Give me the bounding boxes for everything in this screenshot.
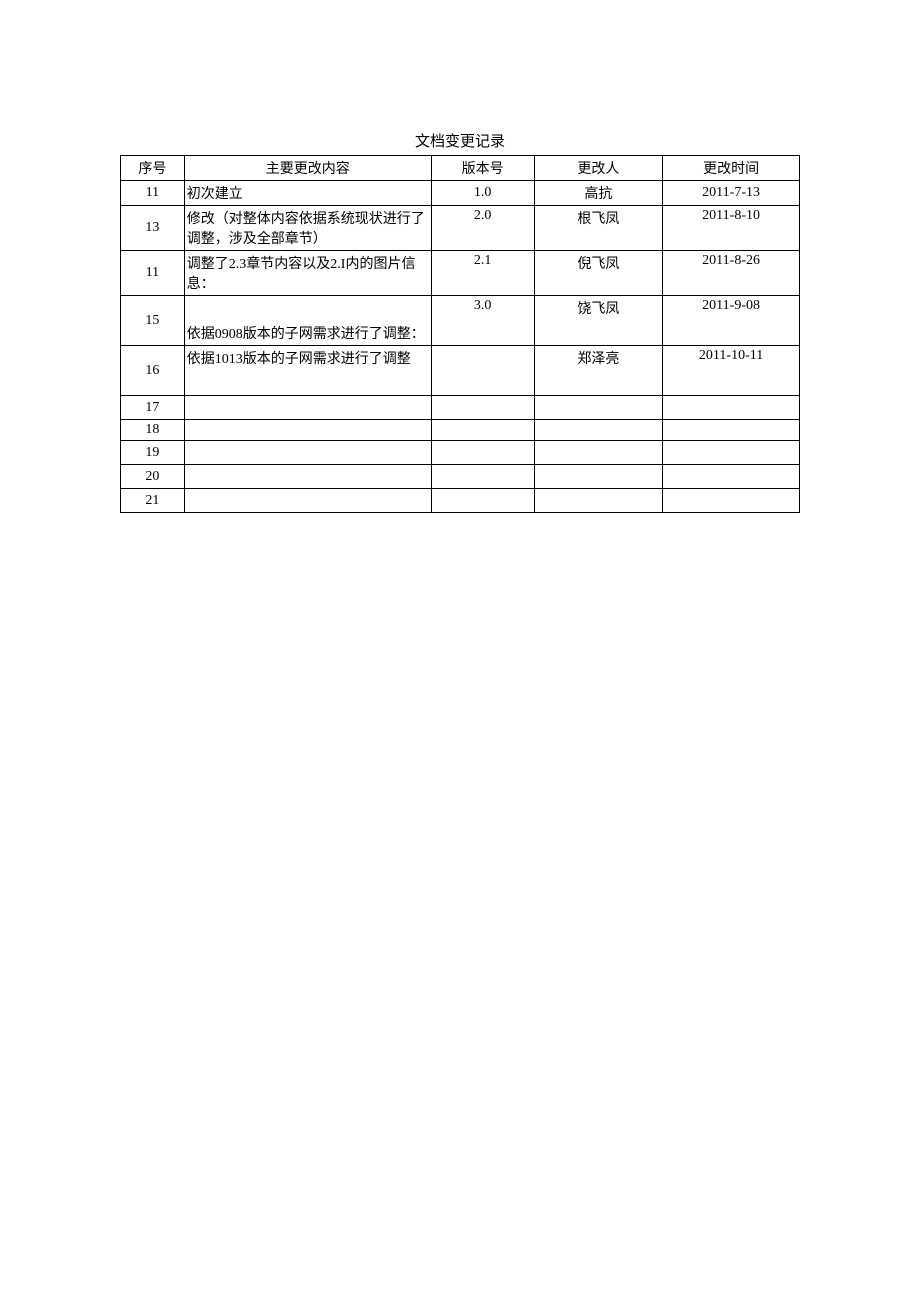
cell-date [663,465,800,489]
cell-changer [534,489,663,513]
table-row: 16依据1013版本的子网需求进行了调整 郑泽亮2011-10-11 [121,346,800,396]
table-row: 20 [121,465,800,489]
cell-version: 2.1 [431,251,534,296]
cell-seq: 13 [121,206,185,251]
cell-date [663,420,800,441]
cell-version [431,346,534,396]
cell-seq: 15 [121,296,185,346]
cell-date: 2011-8-10 [663,206,800,251]
cell-content: 依据1013版本的子网需求进行了调整 [184,346,431,396]
cell-version: 3.0 [431,296,534,346]
cell-changer [534,396,663,420]
cell-date [663,489,800,513]
cell-changer: 根飞凤 [534,206,663,251]
cell-version: 1.0 [431,181,534,206]
table-row: 13修改（对整体内容依据系统现状进行了调整，涉及全部章节）2.0根飞凤2011-… [121,206,800,251]
cell-content: 初次建立 [184,181,431,206]
table-row: 19 [121,441,800,465]
cell-version [431,396,534,420]
table-row: 11初次建立1.0高抗2011-7-13 [121,181,800,206]
header-changer: 更改人 [534,156,663,181]
table-body: 11初次建立1.0高抗2011-7-1313修改（对整体内容依据系统现状进行了调… [121,181,800,513]
cell-changer: 饶飞凤 [534,296,663,346]
cell-seq: 17 [121,396,185,420]
cell-date [663,396,800,420]
table-header-row: 序号 主要更改内容 版本号 更改人 更改时间 [121,156,800,181]
table-row: 15依据0908版本的子网需求进行了调整：3.0饶飞凤2011-9-08 [121,296,800,346]
cell-date: 2011-10-11 [663,346,800,396]
cell-version: 2.0 [431,206,534,251]
cell-content [184,420,431,441]
cell-content: 修改（对整体内容依据系统现状进行了调整，涉及全部章节） [184,206,431,251]
cell-changer [534,441,663,465]
cell-date: 2011-7-13 [663,181,800,206]
cell-date: 2011-8-26 [663,251,800,296]
header-date: 更改时间 [663,156,800,181]
header-version: 版本号 [431,156,534,181]
cell-seq: 18 [121,420,185,441]
cell-version [431,420,534,441]
change-log-table: 序号 主要更改内容 版本号 更改人 更改时间 11初次建立1.0高抗2011-7… [120,155,800,513]
cell-content [184,465,431,489]
header-seq: 序号 [121,156,185,181]
cell-content [184,441,431,465]
cell-content: 依据0908版本的子网需求进行了调整： [184,296,431,346]
document-title: 文档变更记录 [120,130,800,151]
table-row: 17 [121,396,800,420]
cell-version [431,489,534,513]
cell-version [431,441,534,465]
table-row: 11调整了2.3章节内容以及2.I内的图片信息：2.1倪飞凤2011-8-26 [121,251,800,296]
table-row: 18 [121,420,800,441]
cell-seq: 11 [121,251,185,296]
cell-changer: 高抗 [534,181,663,206]
cell-changer [534,465,663,489]
cell-date: 2011-9-08 [663,296,800,346]
cell-content [184,396,431,420]
cell-changer: 倪飞凤 [534,251,663,296]
cell-seq: 11 [121,181,185,206]
cell-seq: 19 [121,441,185,465]
cell-version [431,465,534,489]
cell-seq: 21 [121,489,185,513]
header-content: 主要更改内容 [184,156,431,181]
cell-changer: 郑泽亮 [534,346,663,396]
cell-date [663,441,800,465]
cell-changer [534,420,663,441]
cell-content [184,489,431,513]
table-row: 21 [121,489,800,513]
cell-content: 调整了2.3章节内容以及2.I内的图片信息： [184,251,431,296]
cell-seq: 20 [121,465,185,489]
cell-seq: 16 [121,346,185,396]
